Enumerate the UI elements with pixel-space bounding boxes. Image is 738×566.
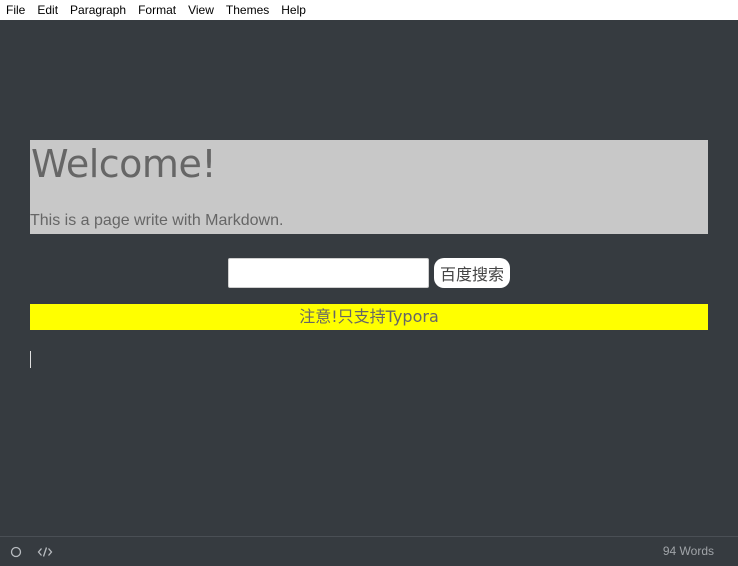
welcome-paragraph: This is a page write with Markdown. (30, 212, 284, 229)
code-icon[interactable] (37, 545, 53, 559)
notice-banner: 注意!只支持Typora (30, 304, 708, 330)
baidu-search-button[interactable]: 百度搜索 (434, 258, 510, 288)
search-form: 百度搜索 (0, 257, 738, 289)
circle-icon[interactable] (9, 545, 23, 559)
menu-help[interactable]: Help (275, 0, 312, 20)
menu-file[interactable]: File (0, 0, 31, 20)
menu-bar: File Edit Paragraph Format View Themes H… (0, 0, 738, 20)
word-count[interactable]: 94 Words (663, 544, 714, 558)
text-cursor (30, 351, 31, 368)
menu-edit[interactable]: Edit (31, 0, 64, 20)
menu-paragraph[interactable]: Paragraph (64, 0, 132, 20)
welcome-heading: Welcome! (31, 142, 217, 186)
search-input[interactable] (228, 258, 429, 288)
editor-area[interactable]: Welcome! This is a page write with Markd… (0, 20, 738, 536)
menu-format[interactable]: Format (132, 0, 182, 20)
welcome-block: Welcome! This is a page write with Markd… (30, 140, 708, 234)
menu-view[interactable]: View (182, 0, 220, 20)
status-bar: 94 Words (0, 536, 738, 566)
menu-themes[interactable]: Themes (220, 0, 275, 20)
